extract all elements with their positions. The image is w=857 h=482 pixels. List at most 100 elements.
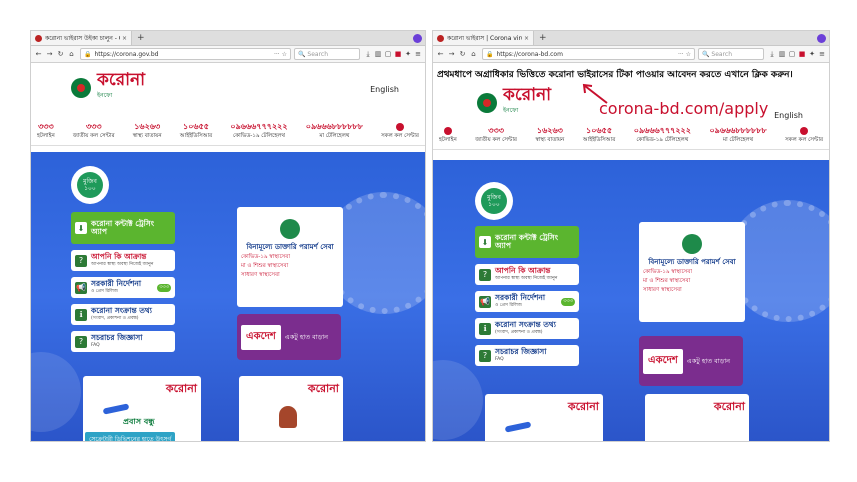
hotline-item[interactable]: ৩৩৩ জাতীয় কল সেন্টার: [475, 125, 517, 149]
window-menu-icon[interactable]: [413, 33, 422, 43]
hotline-item[interactable]: ০৯৬৬৬৮৮৮৮৮৮ মা টেলিহেলথ: [709, 125, 766, 149]
bangladesh-emblem-icon: [71, 78, 91, 98]
tab-title: করোনা ভাইরাস উইকা চালুন - Co: [45, 34, 120, 42]
ekdesh-text: একটু হাত বাড়ান: [686, 357, 731, 365]
hotline-item[interactable]: সকল কল সেন্টার: [381, 121, 419, 145]
hamburger-menu-icon[interactable]: ≡: [413, 50, 423, 58]
english-link[interactable]: English: [774, 111, 803, 120]
site-logo[interactable]: করোনা ইনফো: [477, 86, 551, 119]
back-icon[interactable]: ←: [435, 50, 446, 58]
search-input[interactable]: 🔍 Search: [698, 48, 764, 60]
menu-item-subtitle: FAQ: [91, 342, 100, 348]
hotline-number: ১০৬৫৫: [183, 122, 209, 131]
menu-item[interactable]: ⬇ করোনা কন্টাক্ট ট্রেসিং অ্যাপ: [475, 226, 579, 258]
ekdesh-donation-banner[interactable]: একদেশ একটু হাত বাড়ান: [237, 314, 341, 360]
browser-tab[interactable]: করোনা ভাইরাস | Corona virus ×: [433, 31, 534, 45]
hotline-label: সকল কল সেন্টার: [381, 133, 419, 139]
card-item: সাধারণ স্বাস্থ্যসেবা: [241, 272, 280, 278]
probash-bondhu-card[interactable]: করোনা প্রবাস বন্ধু সেক্রেটারী ডিভিশনের হ…: [83, 376, 201, 441]
hotline-icon: [396, 123, 405, 131]
airplane-icon: [102, 403, 130, 415]
faq-icon: ?: [479, 349, 491, 362]
promo-card[interactable]: করোনা: [485, 394, 603, 441]
site-logo[interactable]: করোনা ইনফো: [71, 71, 145, 104]
url-bar[interactable]: 🔒 https://corona-bd.com ··· ☆: [482, 48, 695, 60]
video-promo-card[interactable]: করোনা: [239, 376, 343, 441]
card-item: মা ও শিশুর স্বাস্থ্যসেবা: [643, 278, 691, 284]
menu-item[interactable]: 📢 সরকারী নির্দেশনা ও প্রেস রিলিজ ৩৩৩: [71, 277, 175, 298]
logo-subtext: ইনফো: [503, 108, 519, 114]
megaphone-icon: 📢: [479, 295, 491, 308]
menu-item[interactable]: ? আপনি কি আক্রান্ত আপনার স্বাস্থ্য অবস্থা …: [475, 264, 579, 285]
hotline-item[interactable]: ১৬২৬৩ স্বাস্থ্য বাতায়ন: [535, 125, 564, 149]
english-link[interactable]: English: [370, 85, 399, 94]
hotline-item[interactable]: ১০৬৫৫ আইইডিসিআর: [583, 125, 615, 149]
telemedicine-card[interactable]: বিনামূল্যে ডাক্তারি পরামর্শ সেবা কোভিড-১…: [237, 207, 343, 307]
video-promo-card[interactable]: করোনা: [645, 394, 749, 441]
menu-item-title: সরকারী নির্দেশনা: [91, 278, 142, 288]
menu-item[interactable]: ℹ করোনা সংক্রান্ত তথ্য (সংবাদ, প্রকাশনা ও …: [475, 318, 579, 339]
doctor-icon: [682, 234, 702, 254]
hotline-item[interactable]: সকল কল সেন্টার: [785, 125, 823, 149]
hotline-item[interactable]: ৩৩৩ জাতীয় কল সেন্টার: [73, 121, 115, 145]
page-actions-icon[interactable]: ··· ☆: [274, 51, 287, 58]
library-icon[interactable]: ▥: [777, 50, 787, 58]
download-icon[interactable]: ⤓: [767, 50, 777, 59]
hamburger-menu-icon[interactable]: ≡: [817, 50, 827, 58]
menu-item[interactable]: ℹ করোনা সংক্রান্ত তথ্য (সংবাদ, প্রকাশনা ও …: [71, 304, 175, 325]
page-actions-icon[interactable]: ··· ☆: [678, 51, 691, 58]
extension-icon[interactable]: ■: [393, 50, 403, 58]
menu-item-subtitle: আপনার স্বাস্থ্য অবস্থা নিজেই জানুন: [495, 275, 558, 281]
menu-item[interactable]: ? আপনি কি আক্রান্ত আপনার স্বাস্থ্য অবস্থা …: [71, 250, 175, 271]
menu-item[interactable]: 📢 সরকারী নির্দেশনা ও প্রেস রিলিজ ৩৩৩: [475, 291, 579, 312]
hotline-item[interactable]: ০৯৬৬৬৭৭৭২২২ কোভিড-১৯ টেলিহেলথ: [230, 121, 287, 145]
favicon-icon: [35, 34, 42, 42]
hero-section: মুজিব ১০০ ⬇ করোনা কন্টাক্ট ট্রেসিং অ্যাপ? আ…: [31, 152, 425, 441]
hotline-item[interactable]: ১৬২৬৩ স্বাস্থ্য বাতায়ন: [133, 121, 162, 145]
library-icon[interactable]: ▥: [373, 50, 383, 58]
new-tab-button[interactable]: +: [534, 33, 552, 43]
window-menu-icon[interactable]: [817, 33, 826, 43]
menu-item[interactable]: ? সচরাচর জিজ্ঞাসা FAQ: [71, 331, 175, 352]
promo-logo: করোনা: [165, 383, 197, 395]
card-item: মা ও শিশুর স্বাস্থ্যসেবা: [241, 263, 289, 269]
close-icon[interactable]: ×: [122, 35, 127, 42]
bangladesh-emblem-icon: [477, 93, 497, 113]
hotline-item[interactable]: ৩৩৩ হটলাইন: [37, 121, 55, 145]
gift-icon[interactable]: ✦: [403, 50, 413, 58]
menu-item[interactable]: ⬇ করোনা কন্টাক্ট ট্রেসিং অ্যাপ: [71, 212, 175, 244]
sidebar-icon[interactable]: ▢: [383, 50, 393, 58]
hotline-label: কোভিড-১৯ টেলিহেলথ: [233, 133, 285, 139]
download-icon[interactable]: ⤓: [363, 50, 373, 59]
menu-item-title: করোনা কন্টাক্ট ট্রেসিং অ্যাপ: [495, 233, 558, 250]
close-icon[interactable]: ×: [524, 35, 529, 42]
ekdesh-donation-banner[interactable]: একদেশ একটু হাত বাড়ান: [639, 336, 743, 386]
sidebar-icon[interactable]: ▢: [787, 50, 797, 58]
extension-icon[interactable]: ■: [797, 50, 807, 58]
reload-icon[interactable]: ↻: [55, 50, 66, 58]
promo-logo: করোনা: [713, 401, 745, 413]
menu-item-title: আপনি কি আক্রান্ত: [91, 251, 147, 261]
hotline-number: ১০৬৫৫: [586, 126, 613, 135]
back-icon[interactable]: ←: [33, 50, 44, 58]
menu-item[interactable]: ? সচরাচর জিজ্ঞাসা FAQ: [475, 345, 579, 366]
reload-icon[interactable]: ↻: [457, 50, 468, 58]
browser-tab[interactable]: করোনা ভাইরাস উইকা চালুন - Co ×: [31, 31, 132, 45]
home-icon[interactable]: ⌂: [66, 50, 77, 58]
telemedicine-card[interactable]: বিনামূল্যে ডাক্তারি পরামর্শ সেবা কোভিড-১…: [639, 222, 745, 322]
hotline-number: ০৯৬৬৬৮৮৮৮৮৮: [305, 122, 363, 131]
hotline-item[interactable]: ১০৬৫৫ আইইডিসিআর: [180, 121, 212, 145]
hotline-item[interactable]: ০৯৬৬৬৮৮৮৮৮৮ মা টেলিহেলথ: [306, 121, 363, 145]
hotline-item[interactable]: হটলাইন: [439, 125, 457, 149]
gift-icon[interactable]: ✦: [807, 50, 817, 58]
card-item: সাধারণ স্বাস্থ্যসেবা: [643, 287, 682, 293]
new-tab-button[interactable]: +: [132, 33, 150, 43]
forward-icon[interactable]: →: [44, 50, 55, 58]
search-input[interactable]: 🔍 Search: [294, 48, 360, 60]
home-icon[interactable]: ⌂: [468, 50, 479, 58]
url-bar[interactable]: 🔒 https://corona.gov.bd ··· ☆: [80, 48, 291, 60]
menu-item-subtitle: FAQ: [495, 356, 504, 362]
forward-icon[interactable]: →: [446, 50, 457, 58]
hotline-item[interactable]: ০৯৬৬৬৭৭৭২২২ কোভিড-১৯ টেলিহেলথ: [634, 125, 691, 149]
vaccine-application-notice-link[interactable]: প্রথমধাপে অগ্রাধিকার ভিত্তিতে করোনা ভাইর…: [437, 67, 793, 82]
